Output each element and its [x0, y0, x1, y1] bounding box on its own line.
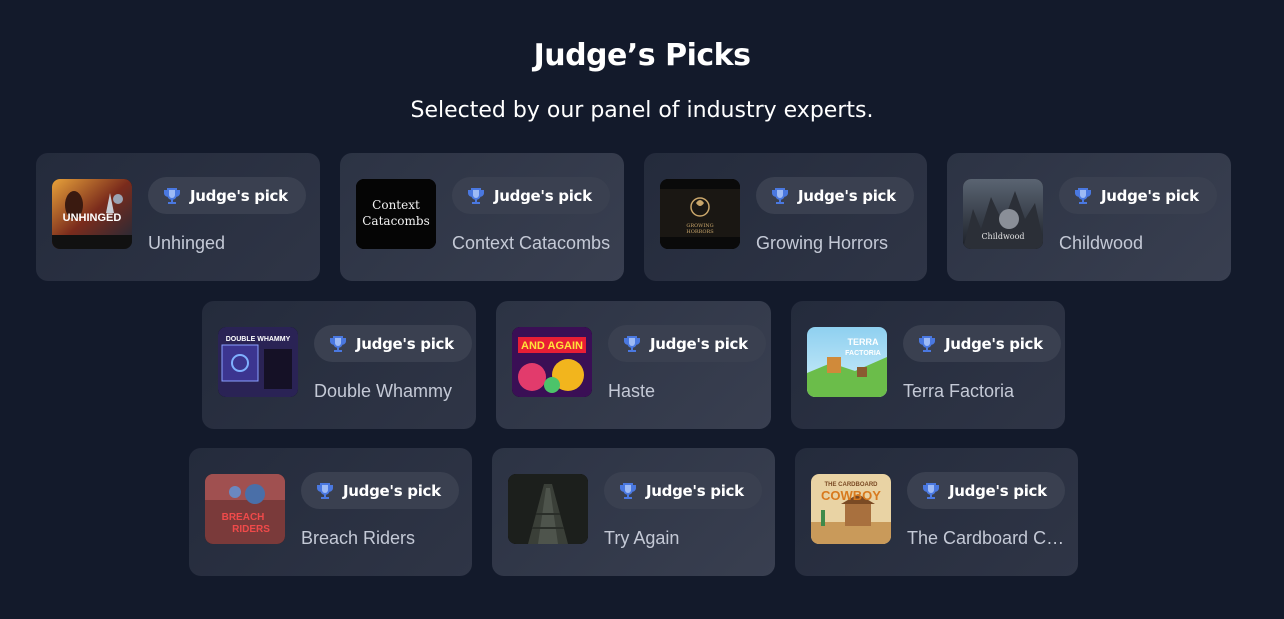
- svg-text:AND AGAIN: AND AGAIN: [521, 340, 583, 352]
- trophy-icon: [772, 187, 788, 204]
- game-name: Terra Factoria: [903, 381, 1015, 401]
- game-name: Growing Horrors: [756, 233, 889, 253]
- badge-label: Judge's pick: [343, 481, 441, 500]
- badge-label: Judge's pick: [356, 334, 454, 353]
- badge-label: Judge's pick: [650, 334, 748, 353]
- badge-label: Judge's pick: [1101, 186, 1199, 205]
- game-card-haste[interactable]: AND AGAIN Judge's pick Haste: [496, 301, 771, 429]
- svg-text:Catacombs: Catacombs: [362, 214, 429, 228]
- judges-pick-badge: Judge's pick: [452, 177, 610, 214]
- badge-label: Judge's pick: [646, 481, 744, 500]
- judges-pick-badge: Judge's pick: [608, 325, 766, 362]
- svg-text:Childwood: Childwood: [981, 232, 1024, 241]
- page-title: Judge’s Picks: [533, 38, 751, 73]
- badge-label: Judge's pick: [798, 186, 896, 205]
- badge-label: Judge's pick: [949, 481, 1047, 500]
- game-card-context-catacombs[interactable]: Context Catacombs Judge's pick Context C…: [340, 153, 624, 281]
- trophy-icon: [919, 335, 935, 352]
- game-thumbnail: DOUBLE WHAMMY: [218, 327, 298, 397]
- svg-text:RIDERS: RIDERS: [232, 524, 270, 535]
- game-card-double-whammy[interactable]: DOUBLE WHAMMY Judge's pick Double Whammy: [202, 301, 476, 429]
- game-name: The Cardboard Cowboy: [907, 528, 1067, 548]
- judges-pick-badge: Judge's pick: [301, 472, 459, 509]
- badge-label: Judge's pick: [494, 186, 592, 205]
- svg-text:COWBOY: COWBOY: [821, 488, 881, 503]
- game-thumbnail: AND AGAIN: [512, 327, 592, 397]
- game-thumbnail: THE CARDBOARD COWBOY: [811, 474, 891, 544]
- trophy-icon: [330, 335, 346, 352]
- svg-text:FACTORIA: FACTORIA: [845, 350, 881, 357]
- trophy-icon: [164, 187, 180, 204]
- game-name: Double Whammy: [314, 381, 453, 401]
- judges-pick-badge: Judge's pick: [756, 177, 914, 214]
- game-card-growing-horrors[interactable]: GROWING HORRORS Judge's pick Growing Hor…: [644, 153, 927, 281]
- thumb-title: UNHINGED: [63, 212, 122, 224]
- game-card-try-again[interactable]: Judge's pick Try Again: [492, 448, 775, 576]
- game-name: Breach Riders: [301, 528, 416, 548]
- game-card-breach-riders[interactable]: BREACH RIDERS Judge's pick Breach Riders: [189, 448, 472, 576]
- svg-text:TERRA: TERRA: [848, 337, 879, 347]
- game-name: Childwood: [1059, 233, 1144, 253]
- judges-pick-badge: Judge's pick: [903, 325, 1061, 362]
- game-thumbnail: Context Catacombs: [356, 179, 436, 249]
- game-name: Try Again: [604, 528, 680, 548]
- badge-label: Judge's pick: [190, 186, 288, 205]
- game-card-the-cardboard-cowboy[interactable]: THE CARDBOARD COWBOY Judge's pick The Ca…: [795, 448, 1078, 576]
- badge-label: Judge's pick: [945, 334, 1043, 353]
- judges-pick-badge: Judge's pick: [907, 472, 1065, 509]
- svg-text:DOUBLE WHAMMY: DOUBLE WHAMMY: [226, 336, 291, 343]
- trophy-icon: [624, 335, 640, 352]
- game-card-childwood[interactable]: Childwood Judge's pick Childwood: [947, 153, 1231, 281]
- trophy-icon: [317, 482, 333, 499]
- game-name: Unhinged: [148, 233, 226, 253]
- game-card-terra-factoria[interactable]: TERRA FACTORIA Judge's pick Terra Factor…: [791, 301, 1065, 429]
- trophy-icon: [923, 482, 939, 499]
- judges-pick-badge: Judge's pick: [604, 472, 762, 509]
- trophy-icon: [620, 482, 636, 499]
- trophy-icon: [468, 187, 484, 204]
- game-thumbnail: [508, 474, 588, 544]
- game-thumbnail: Childwood: [963, 179, 1043, 249]
- game-thumbnail: UNHINGED: [52, 179, 132, 249]
- svg-text:Context: Context: [372, 198, 420, 212]
- game-thumbnail: TERRA FACTORIA: [807, 327, 887, 397]
- game-thumbnail: BREACH RIDERS: [205, 474, 285, 544]
- judges-pick-badge: Judge's pick: [148, 177, 306, 214]
- svg-text:HORRORS: HORRORS: [686, 229, 714, 235]
- game-name: Context Catacombs: [452, 233, 611, 253]
- page-subtitle: Selected by our panel of industry expert…: [410, 98, 874, 123]
- game-thumbnail: GROWING HORRORS: [660, 179, 740, 249]
- game-name: Haste: [608, 381, 656, 401]
- judges-pick-badge: Judge's pick: [1059, 177, 1217, 214]
- judges-pick-badge: Judge's pick: [314, 325, 472, 362]
- svg-text:BREACH: BREACH: [222, 512, 265, 523]
- trophy-icon: [1075, 187, 1091, 204]
- game-card-unhinged[interactable]: UNHINGED Judge's pick Unhinged: [36, 153, 320, 281]
